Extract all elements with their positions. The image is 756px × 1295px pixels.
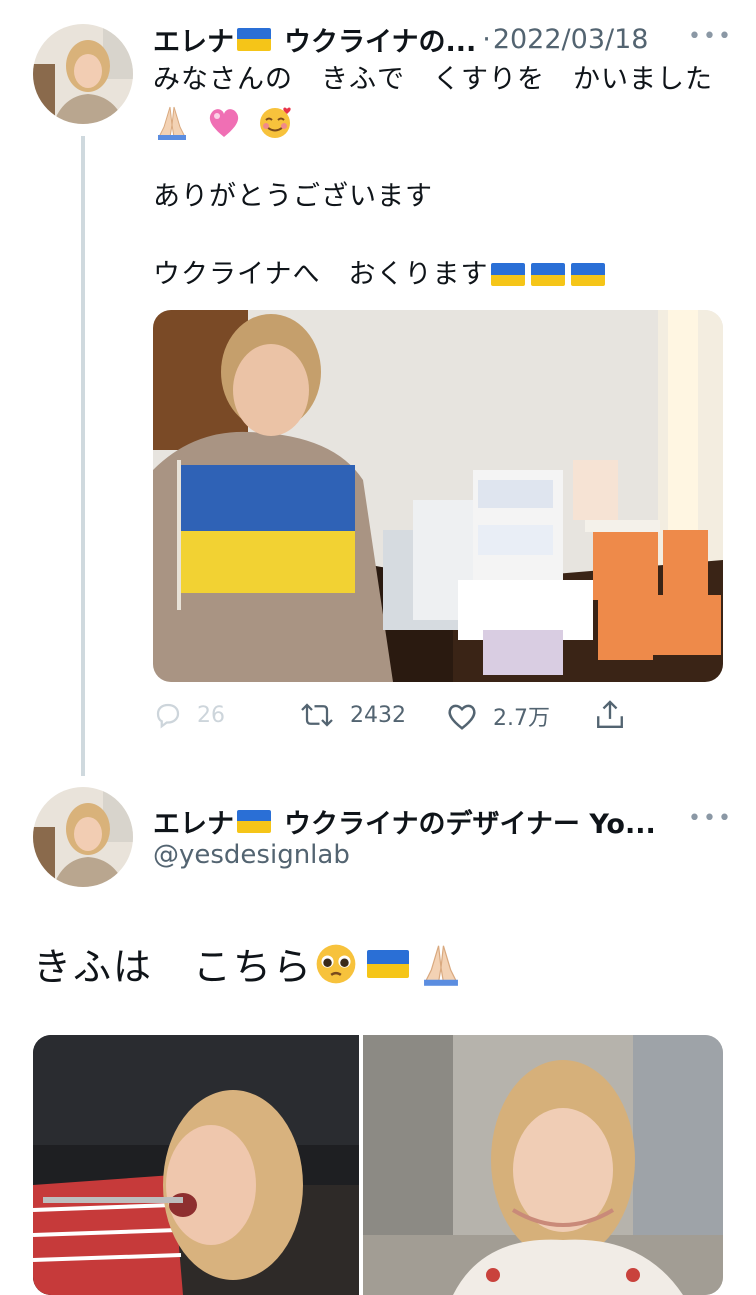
ukraine-flag-icon (531, 263, 566, 286)
tweet-line: きふは こちら (33, 945, 314, 989)
retweet-icon (301, 703, 333, 727)
ukraine-flag-icon (491, 263, 526, 286)
avatar[interactable] (33, 24, 133, 124)
ukraine-flag-icon (571, 263, 606, 286)
date-separator: · (482, 23, 491, 55)
retweet-count: 2432 (350, 702, 406, 728)
photo-flag (177, 460, 355, 610)
tweet-photo[interactable] (153, 310, 723, 682)
more-options-icon[interactable]: ••• (688, 24, 733, 49)
ukraine-flag-icon (237, 809, 271, 833)
tweet-text: みなさんの きふで くすりを かいました ありがとうございます ウクライナへ お… (153, 60, 743, 294)
praying-hands-icon (158, 106, 186, 140)
pink-heart-icon (209, 108, 238, 137)
share-button[interactable] (594, 698, 640, 732)
retweet-button[interactable]: 2432 (298, 700, 406, 730)
tweet-photo-grid (33, 1035, 723, 1295)
tweet-line: みなさんの きふで くすりを かいました (153, 64, 713, 95)
tweet-photo[interactable] (363, 1035, 723, 1295)
display-name-suffix[interactable]: ウクライナの... (284, 20, 476, 59)
reply-icon (156, 703, 180, 729)
tweet-header: エレナ ウクライナのデザイナー Yo... (153, 802, 656, 840)
share-icon (597, 700, 623, 728)
tweet-line-with-flags: ウクライナへ おくります (153, 255, 743, 294)
praying-hands-icon (424, 945, 458, 986)
display-name[interactable]: エレナ (153, 20, 234, 59)
tweet-header: エレナ ウクライナの... · 2022/03/18 (153, 20, 648, 58)
smiling-face-with-hearts-icon (260, 107, 291, 138)
display-name[interactable]: エレナ (153, 802, 234, 841)
tweet-text-large: きふは こちら (33, 936, 464, 991)
like-icon (448, 704, 476, 730)
tweet-line: ありがとうございます (153, 181, 433, 212)
ukraine-flag-icon (237, 27, 271, 51)
avatar[interactable] (33, 787, 133, 887)
pleading-face-icon (316, 944, 356, 983)
like-button[interactable]: 2.7万 (445, 700, 550, 732)
tweet-date[interactable]: 2022/03/18 (493, 24, 649, 55)
emoji-row (153, 101, 743, 141)
more-options-icon[interactable]: ••• (688, 806, 733, 831)
reply-count: 26 (197, 702, 225, 728)
display-name-suffix[interactable]: ウクライナのデザイナー Yo... (284, 802, 656, 841)
user-handle[interactable]: @yesdesignlab (153, 840, 350, 870)
like-count: 2.7万 (493, 706, 550, 731)
thread-line (81, 136, 85, 776)
ukraine-flag-icon (367, 949, 410, 978)
tweet-photo[interactable] (33, 1035, 359, 1295)
reply-button[interactable]: 26 (153, 700, 225, 730)
tweet-line: ウクライナへ おくります (153, 259, 489, 290)
